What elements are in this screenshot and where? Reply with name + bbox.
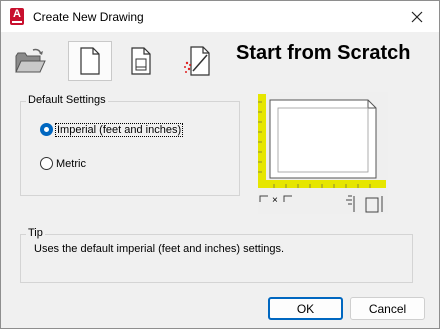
use-template-button[interactable] (119, 41, 163, 81)
radio-imperial[interactable]: Imperial (feet and inches) (40, 122, 184, 137)
use-wizard-button[interactable] (176, 41, 220, 81)
window-title: Create New Drawing (33, 10, 144, 24)
ok-button[interactable]: OK (268, 297, 343, 320)
radio-imperial-label: Imperial (feet and inches) (54, 122, 184, 137)
start-from-scratch-button[interactable] (68, 41, 112, 81)
blank-page-icon (80, 47, 100, 75)
default-settings-group (20, 101, 240, 196)
title-bar[interactable]: A Create New Drawing (1, 1, 439, 32)
preview-x-label: × (272, 195, 278, 206)
radio-metric-label: Metric (56, 157, 86, 170)
radio-selected-indicator[interactable] (40, 123, 53, 136)
dialog-window: A Create New Drawing Start from Scratch … (0, 0, 440, 329)
close-button[interactable] (395, 1, 439, 32)
drawing-preview: × (258, 92, 388, 214)
open-drawing-button[interactable] (8, 41, 52, 81)
default-settings-label: Default Settings (26, 94, 108, 106)
page-heading: Start from Scratch (236, 42, 411, 64)
cancel-button[interactable]: Cancel (350, 297, 425, 320)
tip-label: Tip (26, 227, 45, 239)
radio-metric[interactable]: Metric (40, 157, 86, 170)
folder-open-icon (15, 48, 46, 73)
close-icon (411, 11, 423, 22)
radio-unselected-indicator[interactable] (40, 157, 53, 170)
autocad-app-icon: A (10, 8, 24, 25)
template-page-icon (131, 47, 151, 75)
tip-text: Uses the default imperial (feet and inch… (34, 243, 285, 255)
tip-group (20, 234, 413, 283)
wizard-icon (184, 46, 210, 76)
